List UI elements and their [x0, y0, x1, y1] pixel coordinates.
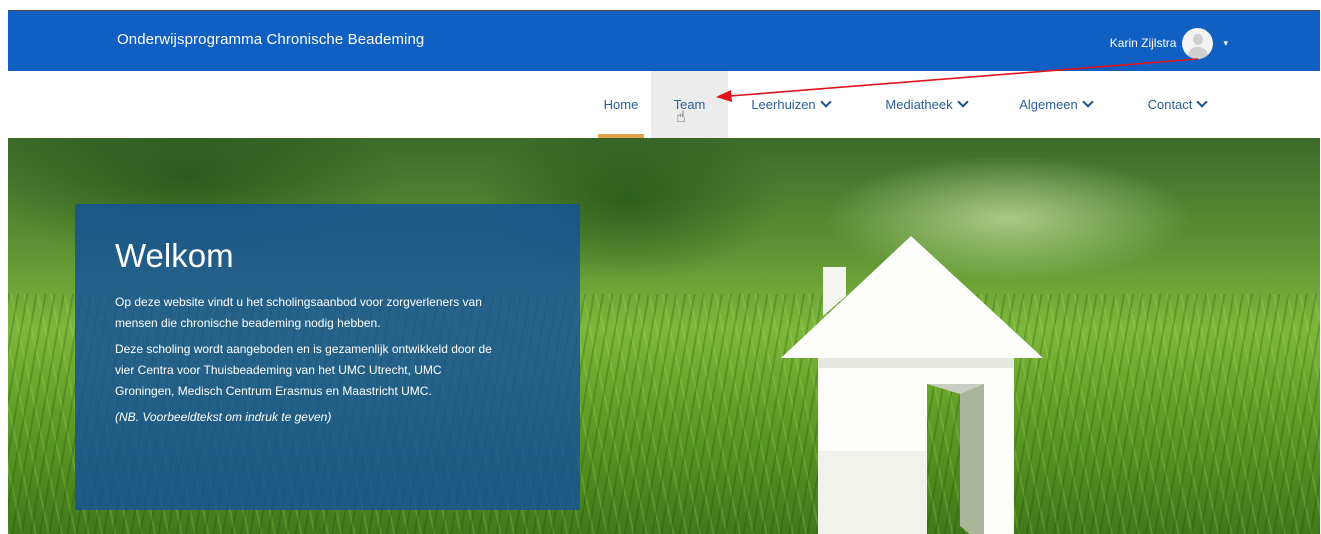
- nav-item-home[interactable]: Home: [586, 71, 656, 138]
- chevron-down-icon: [1082, 96, 1094, 108]
- chevron-down-icon: [819, 96, 832, 108]
- house-icon: [781, 236, 1043, 534]
- nav-item-algemeen[interactable]: Algemeen: [1008, 71, 1103, 138]
- nav-item-label: Mediatheek: [885, 97, 953, 112]
- nav-item-label: Home: [603, 97, 639, 112]
- nav-item-contact[interactable]: Contact: [1132, 71, 1222, 138]
- nav-item-mediatheek[interactable]: Mediatheek: [871, 71, 981, 138]
- welcome-paragraph: Deze scholing wordt aangeboden en is gez…: [115, 342, 492, 399]
- nav-item-label: Leerhuizen: [751, 97, 816, 112]
- welcome-paragraph: Op deze website vindt u het scholingsaan…: [115, 295, 482, 331]
- chevron-down-icon: [1196, 96, 1209, 108]
- top-header-bar: Onderwijsprogramma Chronische Beademing …: [8, 10, 1320, 71]
- welcome-note: (NB. Voorbeeldtekst om indruk te geven): [115, 410, 332, 425]
- welcome-panel: Welkom Op deze website vindt u het schol…: [75, 204, 580, 510]
- pointer-cursor-icon: ☝: [676, 109, 686, 126]
- user-menu[interactable]: Karin Zijlstra ▾: [1110, 26, 1228, 60]
- nav-item-leerhuizen[interactable]: Leerhuizen: [738, 71, 843, 138]
- site-title[interactable]: Onderwijsprogramma Chronische Beademing: [117, 31, 424, 48]
- nav-item-label: Contact: [1147, 97, 1193, 112]
- nav-item-team[interactable]: Team: [651, 71, 728, 138]
- avatar-icon[interactable]: [1182, 27, 1214, 59]
- caret-down-icon[interactable]: ▾: [1223, 38, 1228, 49]
- user-name[interactable]: Karin Zijlstra: [1110, 36, 1177, 50]
- nav-item-label: Algemeen: [1019, 97, 1078, 112]
- chevron-down-icon: [956, 96, 969, 108]
- main-navigation: Home Team Leerhuizen Mediatheek Algemeen…: [8, 71, 1320, 138]
- hero-banner: Welkom Op deze website vindt u het schol…: [8, 138, 1320, 534]
- welcome-heading: Welkom: [115, 237, 234, 274]
